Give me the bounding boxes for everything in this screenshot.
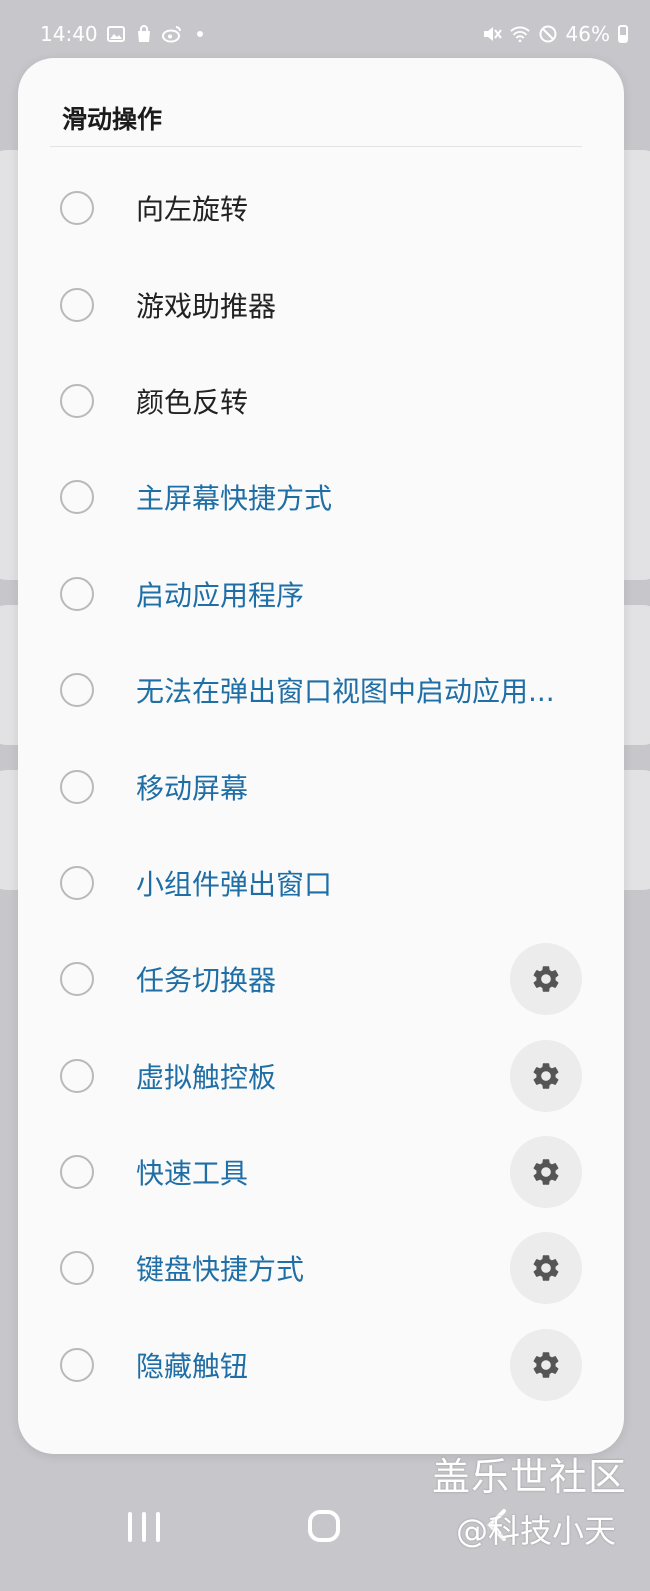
radio-button[interactable] xyxy=(60,383,94,418)
option-row[interactable]: 主屏幕快捷方式 xyxy=(18,449,624,545)
option-row[interactable]: 键盘快捷方式 xyxy=(18,1220,624,1316)
radio-button[interactable] xyxy=(60,287,94,322)
option-row[interactable]: 快速工具 xyxy=(18,1124,624,1220)
option-label: 向左旋转 xyxy=(136,193,249,227)
do-not-disturb-icon xyxy=(538,24,558,44)
gear-icon xyxy=(530,963,562,995)
option-label: 启动应用程序 xyxy=(136,578,305,612)
gear-icon xyxy=(530,1060,562,1092)
option-row[interactable]: 任务切换器 xyxy=(18,931,624,1027)
radio-button[interactable] xyxy=(60,1251,94,1286)
option-label: 快速工具 xyxy=(136,1157,249,1191)
gear-icon xyxy=(530,1156,562,1188)
settings-button[interactable] xyxy=(510,1136,582,1209)
settings-button[interactable] xyxy=(510,943,582,1016)
option-row[interactable]: 隐藏触钮 xyxy=(18,1317,624,1413)
option-label: 隐藏触钮 xyxy=(136,1349,249,1383)
gear-icon xyxy=(530,1349,562,1381)
radio-button[interactable] xyxy=(60,865,94,900)
home-icon[interactable] xyxy=(308,1510,340,1542)
battery-icon xyxy=(618,25,628,43)
radio-button[interactable] xyxy=(60,1347,94,1382)
dot-icon xyxy=(190,24,210,44)
radio-button[interactable] xyxy=(60,1058,94,1093)
weibo-icon xyxy=(161,24,182,44)
option-label: 任务切换器 xyxy=(136,964,277,998)
radio-button[interactable] xyxy=(60,769,94,804)
radio-button[interactable] xyxy=(60,480,94,515)
watermark-title: 盖乐世社区 xyxy=(432,1455,628,1499)
shopping-bag-icon xyxy=(134,24,154,44)
option-row[interactable]: 向左旋转 xyxy=(18,160,624,256)
mute-icon xyxy=(482,24,502,44)
settings-button[interactable] xyxy=(510,1039,582,1112)
dialog-title: 滑动操作 xyxy=(62,105,163,134)
radio-button[interactable] xyxy=(60,962,94,997)
option-label: 移动屏幕 xyxy=(136,771,249,805)
watermark-author: @科技小天 xyxy=(456,1512,617,1550)
settings-button[interactable] xyxy=(510,1328,582,1401)
radio-button[interactable] xyxy=(60,576,94,611)
option-label: 无法在弹出窗口视图中启动应用... xyxy=(136,675,555,709)
title-divider xyxy=(50,146,582,147)
battery-percent: 46% xyxy=(565,22,610,46)
option-row[interactable]: 游戏助推器 xyxy=(18,256,624,352)
option-label: 主屏幕快捷方式 xyxy=(136,482,333,516)
image-icon xyxy=(106,24,126,44)
option-row[interactable]: 颜色反转 xyxy=(18,353,624,449)
option-label: 键盘快捷方式 xyxy=(136,1253,305,1287)
gear-icon xyxy=(530,1252,562,1284)
option-label: 虚拟触控板 xyxy=(136,1060,277,1094)
status-right: 46% xyxy=(482,22,628,46)
option-row[interactable]: 移动屏幕 xyxy=(18,738,624,834)
status-left: 14:40 xyxy=(40,22,210,46)
radio-button[interactable] xyxy=(60,673,94,708)
radio-button[interactable] xyxy=(60,1155,94,1190)
radio-button[interactable] xyxy=(60,191,94,226)
wifi-icon xyxy=(509,24,530,44)
option-row[interactable]: 虚拟触控板 xyxy=(18,1028,624,1124)
option-label: 颜色反转 xyxy=(136,385,249,419)
recents-icon[interactable] xyxy=(128,1512,160,1542)
option-row[interactable]: 小组件弹出窗口 xyxy=(18,835,624,931)
option-row[interactable]: 启动应用程序 xyxy=(18,546,624,642)
swipe-action-dialog: 滑动操作 向左旋转游戏助推器颜色反转主屏幕快捷方式 启动应用程序无法在弹出窗口视图… xyxy=(18,58,624,1454)
status-time: 14:40 xyxy=(40,22,98,46)
option-label: 游戏助推器 xyxy=(136,289,277,323)
option-label: 小组件弹出窗口 xyxy=(136,867,333,901)
settings-button[interactable] xyxy=(510,1232,582,1305)
option-list: 向左旋转游戏助推器颜色反转主屏幕快捷方式 启动应用程序无法在弹出窗口视图中启动应用… xyxy=(18,160,624,1413)
option-row[interactable]: 无法在弹出窗口视图中启动应用... xyxy=(18,642,624,738)
